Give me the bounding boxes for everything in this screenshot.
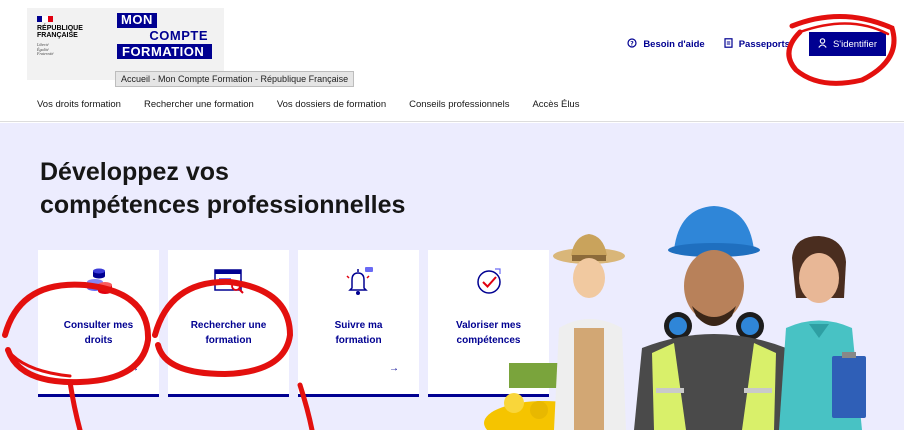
main-navigation: Vos droits formation Rechercher une form… [0, 88, 904, 122]
card-label: Suivre ma formation [304, 318, 413, 348]
nav-item-conseils[interactable]: Conseils professionnels [409, 99, 509, 110]
hero-title-line2: compétences professionnelles [40, 191, 406, 219]
motto-fraternite: Fraternité [37, 51, 54, 56]
card-consulter-droits[interactable]: Consulter mes droits → [38, 250, 159, 397]
login-button-label: S'identifier [832, 38, 877, 50]
republic-name-line2: FRANÇAISE [37, 32, 78, 39]
hero-title: Développez vos compétences professionnel… [40, 156, 520, 222]
header-tools: ? Besoin d'aide Passeports S'identifier [627, 32, 886, 56]
republic-name-line1: RÉPUBLIQUE [37, 25, 83, 32]
french-flag-icon [37, 16, 53, 22]
arrow-right-icon: → [129, 363, 139, 374]
card-rechercher-formation[interactable]: Rechercher une formation [168, 250, 289, 397]
home-logo-link[interactable]: RÉPUBLIQUE FRANÇAISE Liberté Égalité Fra… [27, 8, 224, 80]
republic-motto: Liberté Égalité Fraternité [37, 42, 107, 57]
nav-item-rechercher[interactable]: Rechercher une formation [144, 99, 254, 110]
republique-francaise-logo: RÉPUBLIQUE FRANÇAISE Liberté Égalité Fra… [37, 16, 107, 57]
mon-compte-formation-logo: MON COMPTE FORMATION [117, 11, 212, 59]
nav-item-droits[interactable]: Vos droits formation [37, 99, 121, 110]
card-label-line1: Rechercher une [190, 320, 267, 331]
hero-title-line1: Développez vos [40, 158, 229, 186]
passports-link-label: Passeports [738, 38, 790, 50]
passports-link[interactable]: Passeports [724, 37, 790, 51]
logo-tooltip: Accueil - Mon Compte Formation - Républi… [115, 71, 355, 87]
card-label: Consulter mes droits [44, 318, 153, 348]
card-label-line1: Consulter mes [63, 320, 134, 331]
workers-illustration [484, 206, 866, 430]
brand-line1: MON [117, 13, 157, 28]
nav-item-dossiers[interactable]: Vos dossiers de formation [277, 99, 386, 110]
brand-line3: FORMATION [117, 44, 212, 59]
site-header: RÉPUBLIQUE FRANÇAISE Liberté Égalité Fra… [0, 0, 904, 88]
coins-icon [38, 264, 159, 305]
search-screen-icon [168, 264, 289, 305]
brand-line2: COMPTE [149, 28, 208, 43]
bell-icon [298, 264, 419, 305]
card-label-line1: Suivre ma [334, 320, 383, 331]
card-label-line2: formation [335, 335, 382, 346]
card-label-line2: formation [205, 335, 252, 346]
user-icon [818, 37, 827, 51]
card-label-line2: droits [84, 335, 113, 346]
help-link[interactable]: ? Besoin d'aide [627, 37, 705, 51]
card-suivre-formation[interactable]: Suivre ma formation → [298, 250, 419, 397]
document-icon [724, 37, 733, 51]
arrow-right-icon: → [389, 363, 399, 374]
help-link-label: Besoin d'aide [643, 38, 705, 50]
nav-item-elus[interactable]: Accès Élus [532, 99, 579, 110]
card-label: Rechercher une formation [174, 318, 283, 348]
help-circle-icon: ? [627, 37, 637, 51]
login-button[interactable]: S'identifier [808, 32, 886, 56]
svg-text:?: ? [631, 40, 635, 47]
hero-section: Développez vos compétences professionnel… [0, 123, 904, 430]
